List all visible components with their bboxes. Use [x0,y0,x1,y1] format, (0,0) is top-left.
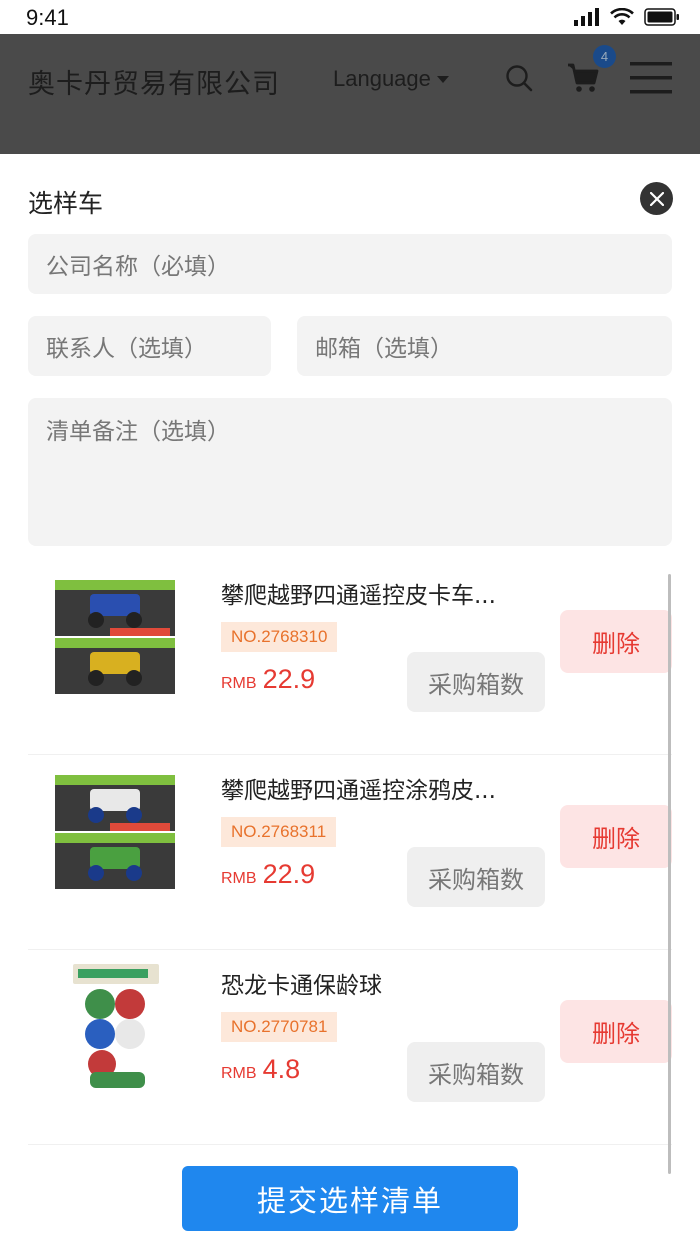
search-icon[interactable] [505,64,533,92]
cellular-signal-icon [574,8,599,26]
language-selector[interactable]: Language [333,66,449,92]
note-placeholder: 清单备注（选填） [46,419,230,445]
company-name-field[interactable]: 公司名称（必填） [28,234,672,294]
contact-field[interactable]: 联系人（选填） [28,316,271,376]
list-item: 攀爬越野四通遥控皮卡车... NO.2768310 RMB 22.9 采购箱数 … [28,560,672,755]
product-number-tag: NO.2770781 [221,1012,338,1042]
close-icon [649,191,664,206]
price-value: 4.8 [262,1054,301,1084]
product-name: 恐龙卡通保龄球 [221,973,382,999]
cart-icon[interactable] [566,62,600,94]
status-bar: 9:41 [0,0,700,34]
list-item: 恐龙卡通保龄球 NO.2770781 RMB 4.8 采购箱数 删除 [28,950,672,1145]
close-button[interactable] [640,182,673,215]
product-image [55,775,175,889]
sheet-title: 选样车 [28,189,104,218]
hamburger-menu-icon[interactable] [630,60,672,96]
price-currency: RMB [221,1065,257,1082]
quantity-input[interactable]: 采购箱数 [407,847,545,907]
price-currency: RMB [221,870,257,887]
wifi-icon [610,8,634,25]
status-icons [574,8,680,26]
submit-sample-list-button[interactable]: 提交选样清单 [182,1166,518,1231]
delete-button[interactable]: 删除 [560,610,672,673]
caret-down-icon [436,75,449,83]
product-price: RMB 22.9 [221,664,315,695]
price-value: 22.9 [262,664,316,694]
list-scrollbar[interactable] [668,574,671,1174]
email-field[interactable]: 邮箱（选填） [297,316,672,376]
contact-placeholder: 联系人（选填） [46,336,207,362]
product-name: 攀爬越野四通遥控皮卡车... [221,583,496,609]
price-value: 22.9 [262,859,316,889]
company-name-placeholder: 公司名称（必填） [46,254,230,280]
email-placeholder: 邮箱（选填） [315,336,453,362]
quantity-input[interactable]: 采购箱数 [407,652,545,712]
company-name[interactable]: 奥卡丹贸易有限公司 [28,62,280,101]
language-label: Language [333,66,431,91]
product-image [73,964,159,1088]
delete-button[interactable]: 删除 [560,805,672,868]
status-time: 9:41 [26,5,69,30]
product-price: RMB 22.9 [221,859,315,890]
product-number-tag: NO.2768311 [221,817,337,847]
product-name: 攀爬越野四通遥控涂鸦皮... [221,778,496,804]
product-price: RMB 4.8 [221,1054,300,1085]
product-image [55,580,175,694]
cart-count-badge: 4 [593,45,616,68]
quantity-input[interactable]: 采购箱数 [407,1042,545,1102]
price-currency: RMB [221,675,257,692]
battery-icon [644,8,679,26]
list-item: 攀爬越野四通遥控涂鸦皮... NO.2768311 RMB 22.9 采购箱数 … [28,755,672,950]
product-number-tag: NO.2768310 [221,622,338,652]
note-textarea[interactable]: 清单备注（选填） [28,398,672,546]
delete-button[interactable]: 删除 [560,1000,672,1063]
site-header: 奥卡丹贸易有限公司 Language 4 [0,34,700,154]
sample-cart-sheet: 选样车 公司名称（必填） 联系人（选填） 邮箱（选填） 清单备注（选填） 攀爬越… [0,154,700,1244]
